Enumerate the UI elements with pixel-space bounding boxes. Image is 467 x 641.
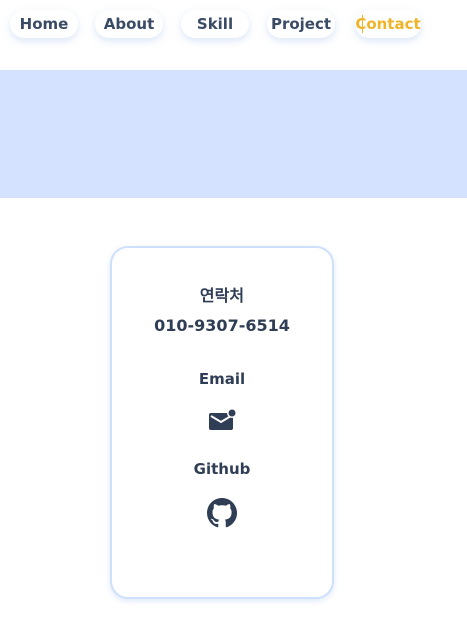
- nav-item-contact-label: Contact: [355, 15, 421, 33]
- github-icon[interactable]: [207, 498, 237, 528]
- contact-title: 연락처: [199, 286, 245, 305]
- mail-icon[interactable]: [208, 408, 236, 432]
- nav-item-home[interactable]: Home: [10, 10, 78, 38]
- hero-banner: [0, 70, 467, 198]
- nav-item-about[interactable]: About: [95, 10, 163, 38]
- email-label: Email: [198, 370, 246, 388]
- contact-card: 연락처 010-9307-6514 Email Github: [110, 246, 334, 599]
- phone-number: 010-9307-6514: [154, 316, 290, 335]
- github-label: Github: [193, 460, 251, 478]
- nav-item-contact[interactable]: Contact: [355, 10, 421, 38]
- text-caret: [362, 15, 363, 33]
- nav-item-project[interactable]: Project: [267, 10, 335, 38]
- nav-item-skill[interactable]: Skill: [181, 10, 249, 38]
- top-nav: Home About Skill Project Contact: [0, 0, 467, 50]
